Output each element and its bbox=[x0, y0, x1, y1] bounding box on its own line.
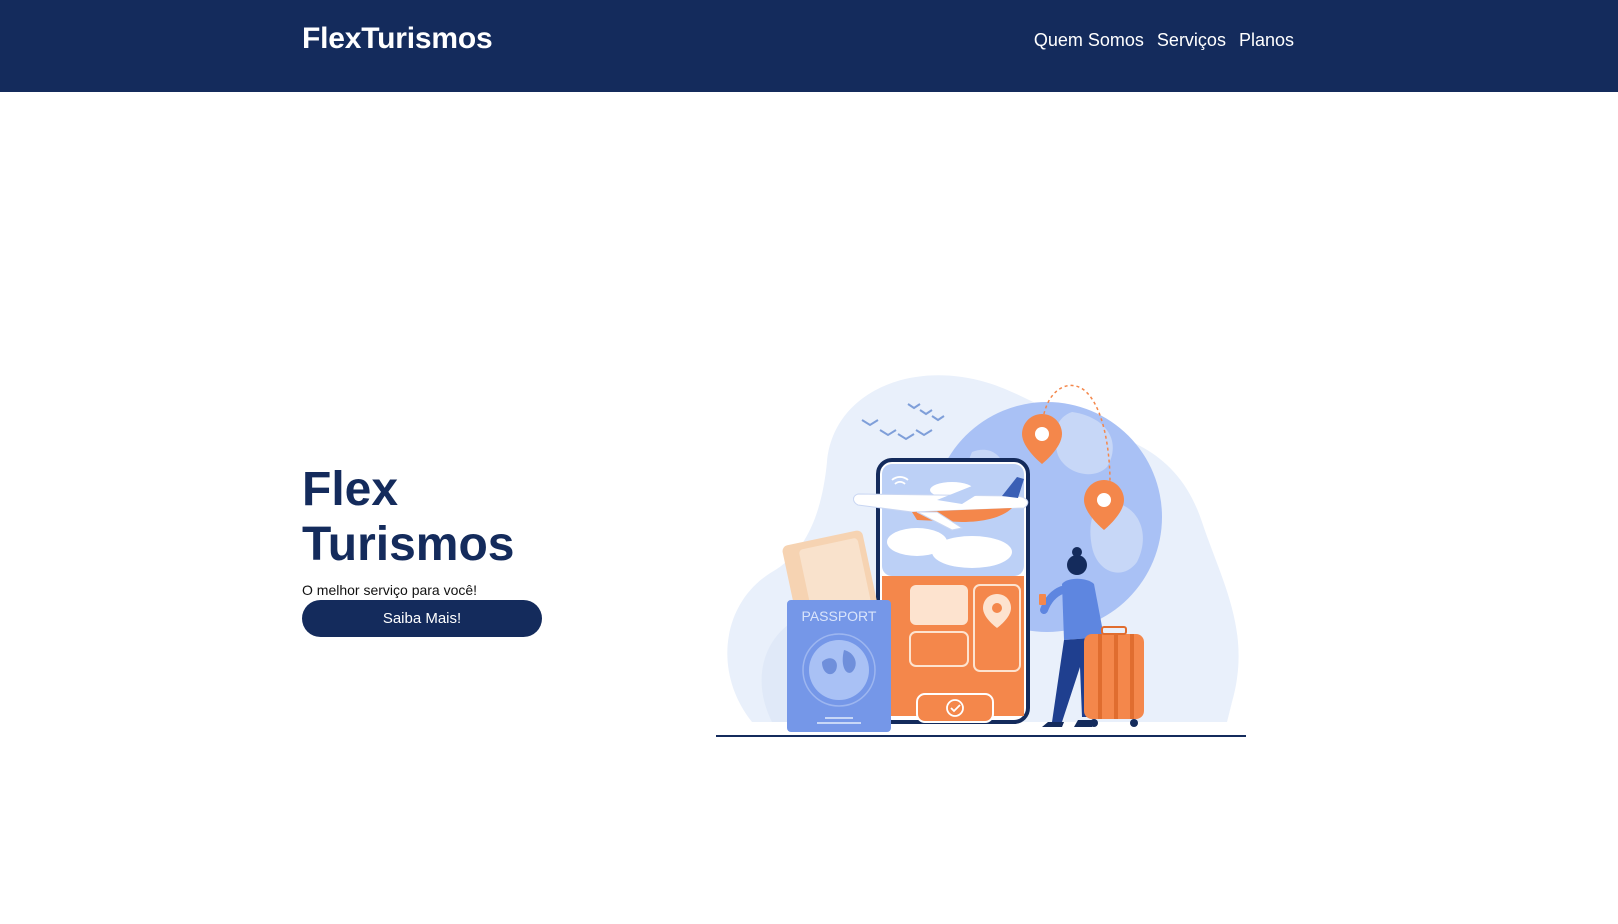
passport: PASSPORT bbox=[787, 600, 891, 732]
brand-logo[interactable]: FlexTurismos bbox=[302, 22, 493, 56]
passport-label: PASSPORT bbox=[802, 608, 877, 624]
hero-title-line1: Flex bbox=[302, 463, 399, 516]
suitcase-icon bbox=[1084, 626, 1144, 727]
hero-section: Flex Turismos O melhor serviço para você… bbox=[302, 462, 622, 637]
saiba-mais-button[interactable]: Saiba Mais! bbox=[302, 600, 542, 637]
hero-subtitle: O melhor serviço para você! bbox=[302, 582, 478, 598]
hero-title: Flex Turismos bbox=[302, 462, 622, 572]
travel-illustration: PASSPORT bbox=[716, 375, 1246, 737]
top-navbar: FlexTurismos Quem Somos Serviços Planos bbox=[0, 0, 1618, 92]
hero-title-line2: Turismos bbox=[302, 518, 515, 571]
nav-link-quem-somos[interactable]: Quem Somos bbox=[1034, 30, 1144, 51]
nav-link-planos[interactable]: Planos bbox=[1239, 30, 1294, 51]
nav-link-servicos[interactable]: Serviços bbox=[1157, 30, 1226, 51]
main-nav: Quem Somos Serviços Planos bbox=[1034, 30, 1294, 51]
